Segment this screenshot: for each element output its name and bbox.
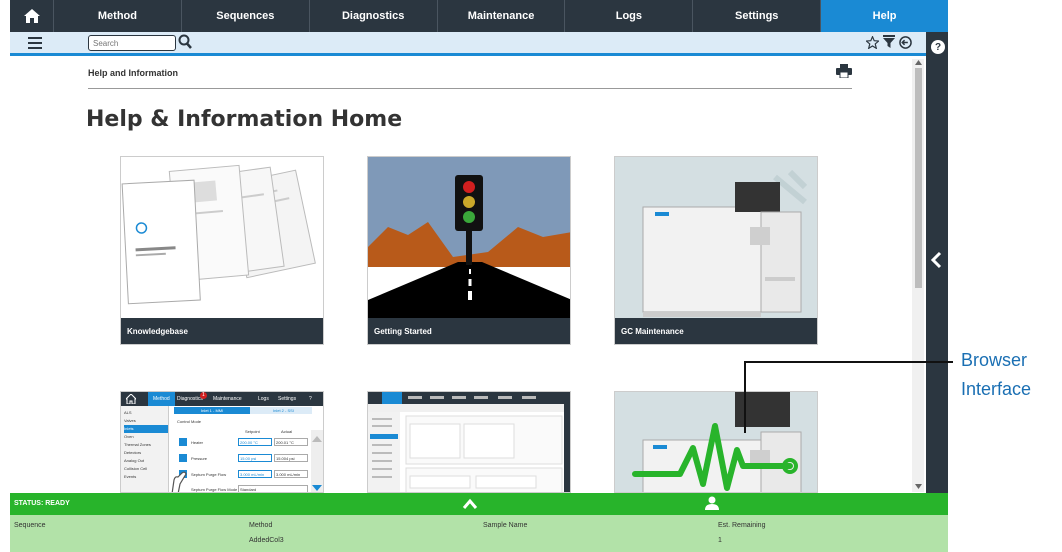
scroll-up-icon[interactable] — [915, 60, 922, 65]
thumb-row-label: Heater — [191, 440, 204, 445]
status-header-method: Method — [249, 522, 273, 529]
person-icon[interactable] — [705, 496, 719, 510]
thumb-row-setpoint: Standard — [238, 485, 308, 492]
top-nav: Method Sequences Diagnostics Maintenance… — [10, 0, 949, 32]
chevron-left-icon[interactable] — [929, 250, 945, 270]
breadcrumb: Help and Information — [88, 68, 178, 78]
thumb-subtab: Inlet 2 - SSI — [273, 408, 294, 413]
logout-icon[interactable] — [899, 35, 912, 49]
hand-icon — [171, 471, 187, 492]
card-label: GC Maintenance — [615, 318, 817, 344]
home-icon — [23, 9, 40, 23]
search-input[interactable] — [88, 35, 176, 51]
star-icon[interactable] — [866, 35, 879, 49]
traffic-light-road-image — [368, 157, 570, 320]
status-panel — [10, 515, 948, 552]
print-icon[interactable] — [836, 64, 852, 78]
app-window: Method Sequences Diagnostics Maintenance… — [0, 0, 1062, 552]
page-title: Help & Information Home — [86, 107, 403, 132]
tab-sequences[interactable]: Sequences — [182, 0, 310, 32]
thumb-row-setpoint: 15.00 psi — [238, 454, 272, 462]
card-getting-started[interactable]: Getting Started — [367, 156, 571, 345]
callout-line1: Browser — [961, 350, 1028, 370]
thumb-tab: Diagnostics — [177, 396, 203, 402]
gc-instrument-image — [615, 157, 817, 320]
thumb-row-setpoint: 3.000 mL/min — [238, 470, 272, 478]
filter-icon[interactable] — [883, 35, 895, 49]
status-header-sample: Sample Name — [483, 522, 528, 529]
thumb-row-actual: 15.004 psi — [274, 454, 308, 462]
card-gc-maintenance[interactable]: GC Maintenance — [614, 156, 818, 345]
tab-settings[interactable]: Settings — [693, 0, 822, 32]
tab-diagnostics[interactable]: Diagnostics — [310, 0, 438, 32]
search-icon[interactable] — [178, 34, 192, 50]
scrollbar-thumb[interactable] — [915, 68, 922, 288]
scroll-down-icon[interactable] — [915, 484, 922, 489]
status-header-sequence: Sequence — [14, 522, 46, 529]
card-browser-interface[interactable]: Method Diagnostics 1 Maintenance Logs Se… — [120, 391, 324, 493]
status-value-method: AddedCol3 — [249, 537, 284, 544]
callout-line2: Interface — [961, 379, 1032, 399]
thumb-row-label: Pressure — [191, 456, 208, 461]
card-label: Knowledgebase — [121, 318, 323, 344]
thumb-subtab: Inlet 1 - MMI — [201, 408, 224, 413]
status-header-remaining: Est. Remaining — [718, 522, 766, 529]
thumb-tab: Maintenance — [213, 396, 242, 402]
toolbar — [10, 32, 948, 56]
hamburger-icon[interactable] — [28, 37, 42, 49]
thumb-tab: Settings — [278, 396, 297, 402]
card-gc-diagnostics[interactable] — [614, 391, 818, 493]
thumb-tab: Method — [153, 396, 170, 402]
status-text: STATUS: READY — [14, 500, 70, 507]
tab-help[interactable]: Help — [821, 0, 949, 32]
thumb-badge: 1 — [202, 392, 205, 398]
divider — [88, 88, 852, 89]
thumb-row-setpoint: 200.00 °C — [238, 438, 272, 446]
home-button[interactable] — [10, 0, 54, 32]
thumb-col: Setpoint — [245, 429, 260, 434]
tab-logs[interactable]: Logs — [565, 0, 694, 32]
home-icon — [126, 394, 136, 404]
help-icon[interactable]: ? — [931, 40, 945, 54]
callout-line — [745, 361, 953, 363]
callout-line — [744, 361, 746, 433]
card-knowledgebase[interactable]: Knowledgebase — [120, 156, 324, 345]
thumb-col: Actual — [281, 429, 293, 434]
gc-heartbeat-image — [615, 392, 817, 492]
documents-image — [121, 157, 323, 320]
thumb-section: Control Mode — [177, 419, 202, 424]
status-bar — [10, 493, 948, 515]
card-method-thumbnail[interactable] — [367, 391, 571, 493]
tab-maintenance[interactable]: Maintenance — [438, 0, 566, 32]
chevron-up-icon[interactable] — [462, 498, 478, 510]
thumb-tab: Logs — [258, 396, 269, 402]
callout-label: Browser Interface — [961, 346, 1031, 404]
thumb-sidebar: ALS Valves Inlets Oven Thermal Zones Det… — [124, 409, 168, 481]
thumb-row-actual: 200.01 °C — [274, 438, 308, 446]
method-screen-image — [368, 392, 570, 492]
status-value-remaining: 1 — [718, 537, 722, 544]
tab-method[interactable]: Method — [54, 0, 182, 32]
thumb-row-label: Septum Purge Flow — [191, 472, 227, 477]
thumb-row-actual: 3.000 mL/min — [274, 470, 308, 478]
thumb-tab: ? — [309, 396, 312, 402]
thumb-row-label: Septum Purge Flow Mode — [191, 487, 238, 492]
card-label: Getting Started — [368, 318, 570, 344]
